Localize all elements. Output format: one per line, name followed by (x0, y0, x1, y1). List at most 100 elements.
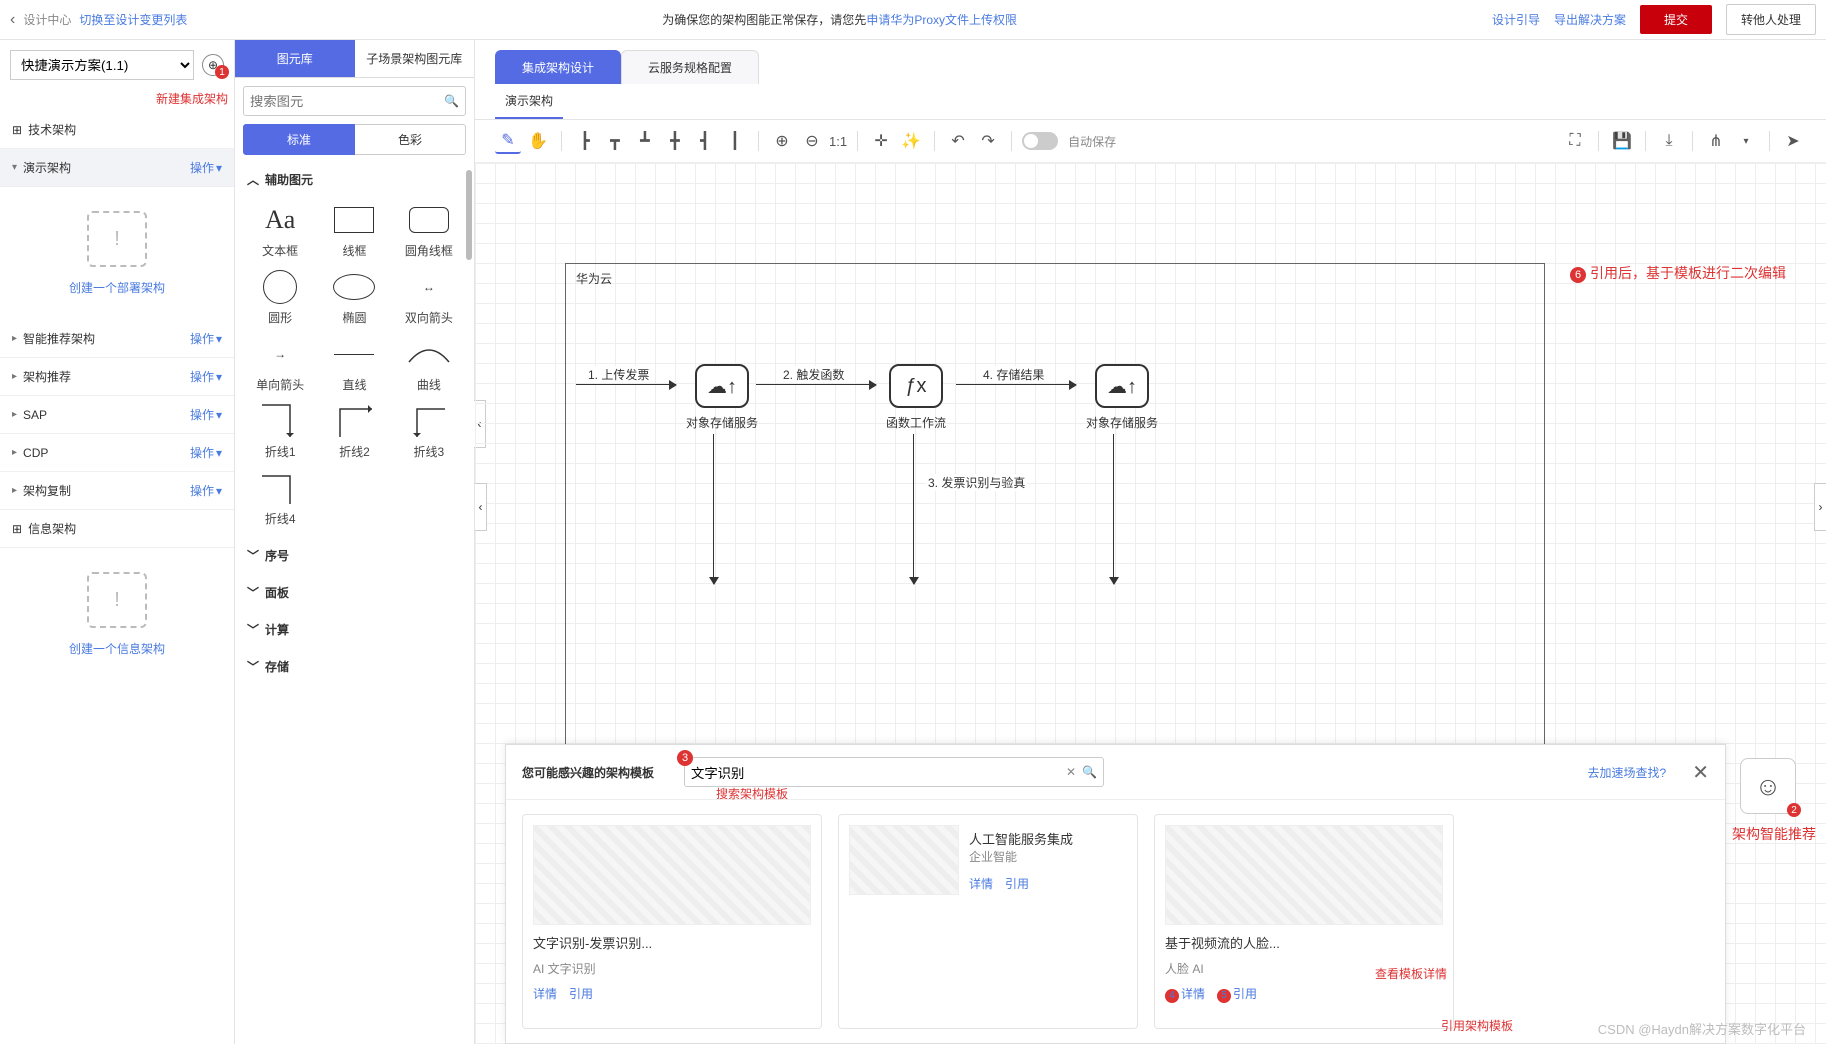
template-panel-title: 您可能感兴趣的架构模板 (522, 764, 654, 781)
export-solution-link[interactable]: 导出解决方案 (1554, 11, 1626, 28)
nav-item-recommend[interactable]: ▸架构推荐 操作▾ (0, 358, 234, 396)
shape-poly4[interactable]: 折线4 (243, 466, 317, 527)
mode-standard[interactable]: 标准 (243, 124, 355, 155)
nav-item-ops[interactable]: 操作▾ (190, 330, 222, 347)
template-card[interactable]: 基于视频流的人脸... 人脸 AI 查看模板详情 4详情 5引用 引用架构模板 (1154, 814, 1454, 1029)
close-template-panel[interactable]: ✕ (1692, 760, 1709, 785)
fullscreen-icon[interactable]: ⛶ (1562, 128, 1588, 154)
align-hcenter-icon[interactable]: ╋ (662, 128, 688, 154)
nav-demo-ops[interactable]: 操作▾ (190, 159, 222, 176)
send-icon[interactable]: ➤ (1780, 128, 1806, 154)
mode-color[interactable]: 色彩 (355, 124, 466, 155)
shape-roundrect[interactable]: 圆角线框 (392, 198, 466, 259)
submit-button[interactable]: 提交 (1640, 5, 1712, 34)
nav-info-arch[interactable]: ⊞信息架构 (0, 510, 234, 548)
notice-link[interactable]: 申请华为Proxy文件上传权限 (866, 13, 1017, 27)
nav-item-ops[interactable]: 操作▾ (190, 444, 222, 461)
node-fn[interactable]: ƒx 函数工作流 (886, 364, 946, 431)
tab-integration-design[interactable]: 集成架构设计 (495, 50, 621, 84)
clear-icon[interactable]: ✕ (1066, 765, 1076, 779)
shape-rect[interactable]: 线框 (317, 198, 391, 259)
template-card[interactable]: 文字识别-发票识别... AI 文字识别 详情 引用 (522, 814, 822, 1029)
zoom-out-icon[interactable]: ⊖ (799, 128, 825, 154)
shape-search-input[interactable] (250, 87, 444, 115)
shape-poly3[interactable]: 折线3 (392, 399, 466, 460)
template-detail-link[interactable]: 详情 (969, 875, 993, 892)
nav-item-smart[interactable]: ▸智能推荐架构 操作▾ (0, 320, 234, 358)
template-quote-link[interactable]: 引用 (569, 985, 593, 1002)
template-search-input[interactable] (691, 758, 1060, 786)
zoom-in-icon[interactable]: ⊕ (769, 128, 795, 154)
ai-recommend-button[interactable]: ☺ 2 (1740, 758, 1796, 814)
cat-aux-head[interactable]: ︿辅助图元 (239, 161, 470, 198)
node-obs-1[interactable]: ☁↑ 对象存储服务 (686, 364, 758, 431)
template-detail-link[interactable]: 详情 (533, 985, 557, 1002)
nav-demo-arch[interactable]: ▾演示架构 操作▾ (0, 149, 234, 187)
pencil-icon[interactable]: ✎ (495, 128, 521, 154)
crosshair-icon[interactable]: ✛ (868, 128, 894, 154)
autosave-switch[interactable] (1022, 132, 1058, 150)
nav-item-ops[interactable]: 操作▾ (190, 482, 222, 499)
template-quote-link[interactable]: 5引用 (1217, 985, 1257, 1003)
shape-ellipse[interactable]: 椭圆 (317, 265, 391, 326)
transfer-button[interactable]: 转他人处理 (1726, 4, 1816, 35)
align-top-icon[interactable]: ┳ (602, 128, 628, 154)
project-select[interactable]: 快捷演示方案(1.1) (10, 50, 194, 80)
template-card[interactable]: 人工智能服务集成 企业智能 详情 引用 (838, 814, 1138, 1029)
back-icon[interactable]: ‹ (10, 11, 15, 29)
shape-line[interactable]: 直线 (317, 332, 391, 393)
align-bottom-icon[interactable]: ┻ (632, 128, 658, 154)
share-icon[interactable]: ⋔ (1703, 128, 1729, 154)
save-icon[interactable]: 💾 (1609, 128, 1635, 154)
search-icon[interactable]: 🔍 (444, 94, 459, 108)
go-market-link[interactable]: 去加速场查找? (1588, 764, 1667, 781)
align-left-icon[interactable]: ┣ (572, 128, 598, 154)
shape-text[interactable]: Aa文本框 (243, 198, 317, 259)
create-info-link[interactable]: 创建一个信息架构 (0, 640, 234, 657)
shape-arrow[interactable]: →单向箭头 (243, 332, 317, 393)
switch-change-list-link[interactable]: 切换至设计变更列表 (79, 11, 187, 28)
nav-item-copy[interactable]: ▸架构复制 操作▾ (0, 472, 234, 510)
template-quote-link[interactable]: 引用 (1005, 875, 1029, 892)
template-detail-link[interactable]: 4详情 (1165, 985, 1205, 1003)
nav-item-ops[interactable]: 操作▾ (190, 368, 222, 385)
tab-cloud-spec[interactable]: 云服务规格配置 (621, 50, 759, 84)
open-left-handle[interactable]: ‹ (475, 483, 487, 531)
align-right-icon[interactable]: ┫ (692, 128, 718, 154)
magic-icon[interactable]: ✨ (898, 128, 924, 154)
redo-icon[interactable]: ↷ (975, 128, 1001, 154)
placeholder-icon: ! (87, 572, 147, 628)
zoom-ratio[interactable]: 1:1 (829, 128, 847, 154)
scrollbar[interactable] (466, 170, 472, 260)
chevron-down-icon[interactable]: ▾ (1733, 128, 1759, 154)
cat-compute[interactable]: ﹀计算 (239, 611, 470, 648)
align-vcenter-icon[interactable]: ┃ (722, 128, 748, 154)
nav-item-sap[interactable]: ▸SAP 操作▾ (0, 396, 234, 434)
open-right-handle[interactable]: › (1814, 483, 1826, 531)
tab-subscene-lib[interactable]: 子场景架构图元库 (355, 40, 475, 78)
create-deploy-link[interactable]: 创建一个部署架构 (0, 279, 234, 296)
shape-curve[interactable]: 曲线 (392, 332, 466, 393)
hand-icon[interactable]: ✋ (525, 128, 551, 154)
shape-circle[interactable]: 圆形 (243, 265, 317, 326)
shape-poly2[interactable]: 折线2 (317, 399, 391, 460)
canvas-frame[interactable]: 华为云 ☁↑ 对象存储服务 ƒx 函数工作流 ☁↑ 对象存储服务 1. 上传发票 (565, 263, 1545, 763)
cat-panel[interactable]: ﹀面板 (239, 574, 470, 611)
shape-biarrow[interactable]: ↔双向箭头 (392, 265, 466, 326)
node-obs-2[interactable]: ☁↑ 对象存储服务 (1086, 364, 1158, 431)
tab-shape-lib[interactable]: 图元库 (235, 40, 355, 78)
nav-item-cdp[interactable]: ▸CDP 操作▾ (0, 434, 234, 472)
cat-storage[interactable]: ﹀存储 (239, 648, 470, 685)
canvas[interactable]: ‹ › 6引用后，基于模板进行二次编辑 华为云 ☁↑ 对象存储服务 ƒx 函数工… (475, 163, 1826, 1044)
undo-icon[interactable]: ↶ (945, 128, 971, 154)
design-guide-link[interactable]: 设计引导 (1492, 11, 1540, 28)
new-architecture-button[interactable]: ⊕ 1 (202, 54, 224, 76)
search-icon[interactable]: 🔍 (1082, 765, 1097, 779)
cat-seq[interactable]: ﹀序号 (239, 537, 470, 574)
shape-poly1[interactable]: 折线1 (243, 399, 317, 460)
face-scan-icon: ☺ (1755, 771, 1782, 802)
nav-tech-arch[interactable]: ⊞技术架构 (0, 111, 234, 149)
download-icon[interactable]: ⤓ (1656, 128, 1682, 154)
subtab-demo-arch[interactable]: 演示架构 (495, 84, 563, 119)
nav-item-ops[interactable]: 操作▾ (190, 406, 222, 423)
